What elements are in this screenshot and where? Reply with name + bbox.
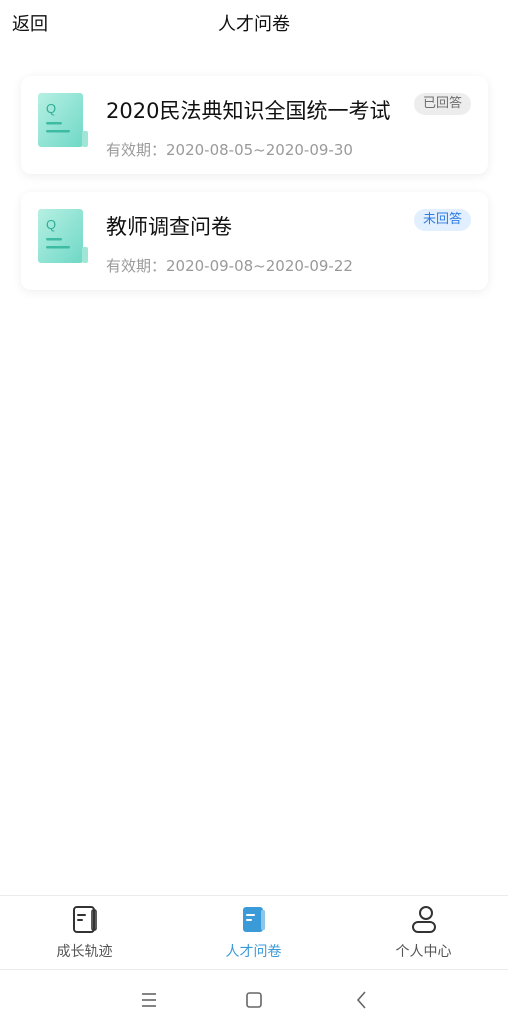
tab-talent-survey[interactable]: 人才问卷 <box>169 896 338 970</box>
svg-text:Q: Q <box>46 101 56 116</box>
tab-label: 人才问卷 <box>225 944 282 960</box>
tab-label: 个人中心 <box>395 944 452 960</box>
person-icon <box>411 906 436 933</box>
bottom-tab-bar: 成长轨迹 人才问卷 个人中心 <box>0 895 508 970</box>
home-icon[interactable] <box>242 988 266 1012</box>
survey-validity: 有效期：2020-08-05~2020-09-30 <box>106 141 353 159</box>
system-nav-bar <box>0 970 508 1027</box>
survey-validity: 有效期：2020-09-08~2020-09-22 <box>106 257 353 275</box>
survey-title: 2020民法典知识全国统一考试 <box>106 99 391 123</box>
notebook-icon <box>72 906 97 933</box>
notebook-icon <box>242 907 265 932</box>
survey-title: 教师调查问卷 <box>106 215 232 239</box>
tab-personal-center[interactable]: 个人中心 <box>339 896 508 970</box>
status-badge: 已回答 <box>413 93 471 115</box>
tab-growth-track[interactable]: 成长轨迹 <box>0 896 169 970</box>
menu-icon[interactable] <box>137 988 161 1012</box>
back-icon[interactable] <box>350 988 374 1012</box>
page-title: 人才问卷 <box>218 14 290 35</box>
tab-label: 成长轨迹 <box>56 944 113 960</box>
survey-card[interactable]: Q 教师调查问卷 有效期：2020-09-08~2020-09-22 未回答 <box>21 192 488 290</box>
status-badge: 未回答 <box>413 209 471 231</box>
questionnaire-doc-icon: Q <box>38 209 88 263</box>
questionnaire-doc-icon: Q <box>38 93 88 147</box>
survey-card[interactable]: Q 2020民法典知识全国统一考试 有效期：2020-08-05~2020-09… <box>21 76 488 174</box>
app-header: 返回 人才问卷 <box>0 0 508 48</box>
svg-text:Q: Q <box>46 217 56 232</box>
